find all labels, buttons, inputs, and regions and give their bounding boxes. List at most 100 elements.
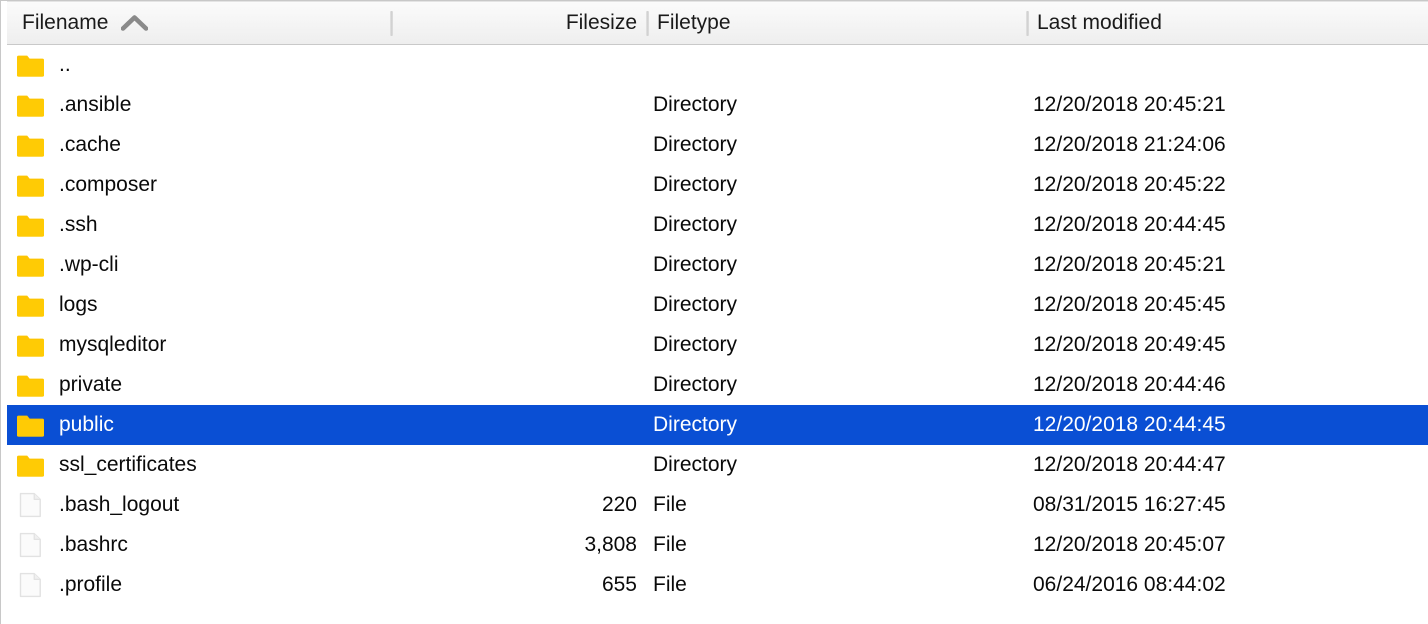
table-row[interactable]: .wp-cli Directory 12/20/2018 20:45:21	[7, 245, 1428, 285]
folder-icon	[16, 212, 45, 238]
lastmodified-label: 12/20/2018 20:45:21	[1033, 93, 1226, 116]
cell-filesize: 220	[396, 485, 646, 525]
cell-filetype: Directory	[646, 365, 1026, 405]
column-header-filesize-label: Filesize	[565, 11, 637, 34]
filesize-label: 3,808	[584, 533, 637, 556]
cell-filesize	[396, 325, 646, 365]
filename-label: public	[59, 413, 114, 436]
folder-icon	[16, 252, 45, 278]
cell-filename[interactable]: .ssh	[7, 205, 396, 245]
filename-label: .cache	[59, 133, 121, 156]
cell-filetype: Directory	[646, 245, 1026, 285]
folder-icon	[16, 132, 45, 158]
filename-label: .bashrc	[59, 533, 128, 556]
table-row[interactable]: .bash_logout 220 File 08/31/2015 16:27:45	[7, 485, 1428, 525]
lastmodified-label: 12/20/2018 20:49:45	[1033, 333, 1226, 356]
cell-filetype: Directory	[646, 325, 1026, 365]
table-row[interactable]: .bashrc 3,808 File 12/20/2018 20:45:07	[7, 525, 1428, 565]
cell-filetype: Directory	[646, 165, 1026, 205]
cell-lastmodified: 12/20/2018 20:45:22	[1026, 165, 1428, 205]
cell-filesize	[396, 405, 646, 445]
filetype-label: Directory	[653, 293, 738, 316]
cell-filename[interactable]: .bashrc	[7, 525, 396, 565]
chevron-up-icon[interactable]	[121, 15, 149, 31]
table-row[interactable]: .profile 655 File 06/24/2016 08:44:02	[7, 565, 1428, 605]
cell-filename[interactable]: .composer	[7, 165, 396, 205]
cell-filename[interactable]: .ansible	[7, 85, 396, 125]
cell-filesize	[396, 285, 646, 325]
file-listing-pane: Filename Filesize Filetype Last modified…	[0, 0, 1428, 624]
cell-filename[interactable]: ssl_certificates	[7, 445, 396, 485]
cell-filename[interactable]: private	[7, 365, 396, 405]
folder-icon	[16, 412, 45, 438]
cell-filesize	[396, 85, 646, 125]
table-row[interactable]: .ssh Directory 12/20/2018 20:44:45	[7, 205, 1428, 245]
table-row[interactable]: .cache Directory 12/20/2018 21:24:06	[7, 125, 1428, 165]
column-header-lastmodified-label: Last modified	[1037, 11, 1162, 34]
table-row[interactable]: logs Directory 12/20/2018 20:45:45	[7, 285, 1428, 325]
cell-filesize	[396, 165, 646, 205]
filename-label: ssl_certificates	[59, 453, 197, 476]
folder-icon	[16, 372, 45, 398]
cell-filetype: Directory	[646, 125, 1026, 165]
cell-filesize	[396, 45, 646, 85]
cell-lastmodified: 12/20/2018 20:49:45	[1026, 325, 1428, 365]
table-row[interactable]: .composer Directory 12/20/2018 20:45:22	[7, 165, 1428, 205]
cell-filename[interactable]: .wp-cli	[7, 245, 396, 285]
filetype-label: Directory	[653, 413, 738, 436]
table-row[interactable]: ..	[7, 45, 1428, 85]
cell-filesize: 655	[396, 565, 646, 605]
cell-lastmodified: 12/20/2018 20:44:47	[1026, 445, 1428, 485]
filetype-label: Directory	[653, 93, 738, 116]
table-row[interactable]: public Directory 12/20/2018 20:44:45	[7, 405, 1428, 445]
cell-lastmodified: 06/24/2016 08:44:02	[1026, 565, 1428, 605]
file-list: .. .ansible Directory 12/20/2018 20:45:21 .c…	[7, 45, 1428, 605]
filename-label: logs	[59, 293, 98, 316]
cell-filetype: File	[646, 565, 1026, 605]
filename-label: .wp-cli	[59, 253, 119, 276]
filetype-label: Directory	[653, 173, 738, 196]
filename-label: mysqleditor	[59, 333, 167, 356]
cell-filename[interactable]: public	[7, 405, 396, 445]
table-row[interactable]: ssl_certificates Directory 12/20/2018 20:4…	[7, 445, 1428, 485]
filename-label: .profile	[59, 573, 123, 596]
file-icon	[16, 492, 45, 518]
cell-filesize	[396, 205, 646, 245]
folder-icon	[16, 52, 45, 78]
cell-filename[interactable]: logs	[7, 285, 396, 325]
filename-label: .ssh	[59, 213, 98, 236]
table-row[interactable]: private Directory 12/20/2018 20:44:46	[7, 365, 1428, 405]
table-row[interactable]: .ansible Directory 12/20/2018 20:45:21	[7, 85, 1428, 125]
cell-filetype: Directory	[646, 205, 1026, 245]
lastmodified-label: 12/20/2018 20:44:46	[1033, 373, 1226, 396]
column-header-row: Filename Filesize Filetype Last modified	[7, 1, 1428, 45]
column-header-filename[interactable]: Filename	[7, 2, 390, 44]
column-header-lastmodified[interactable]: Last modified	[1026, 2, 1428, 44]
lastmodified-label: 08/31/2015 16:27:45	[1033, 493, 1226, 516]
cell-filename[interactable]: .bash_logout	[7, 485, 396, 525]
folder-icon	[16, 172, 45, 198]
table-row[interactable]: mysqleditor Directory 12/20/2018 20:49:45	[7, 325, 1428, 365]
cell-filename[interactable]: .cache	[7, 125, 396, 165]
filesize-label: 655	[601, 573, 637, 596]
cell-filetype: Directory	[646, 445, 1026, 485]
lastmodified-label: 12/20/2018 20:45:21	[1033, 253, 1226, 276]
cell-filename[interactable]: .profile	[7, 565, 396, 605]
column-header-filetype[interactable]: Filetype	[646, 2, 1026, 44]
lastmodified-label: 12/20/2018 21:24:06	[1033, 133, 1226, 156]
column-header-filesize[interactable]: Filesize	[390, 2, 646, 44]
cell-lastmodified: 08/31/2015 16:27:45	[1026, 485, 1428, 525]
filetype-label: Directory	[653, 253, 738, 276]
filetype-label: Directory	[653, 133, 738, 156]
filetype-label: Directory	[653, 333, 738, 356]
column-header-filetype-label: Filetype	[657, 11, 731, 34]
lastmodified-label: 12/20/2018 20:45:22	[1033, 173, 1226, 196]
cell-filename[interactable]: ..	[7, 45, 396, 85]
cell-lastmodified: 12/20/2018 20:44:45	[1026, 405, 1428, 445]
cell-filename[interactable]: mysqleditor	[7, 325, 396, 365]
cell-filesize	[396, 125, 646, 165]
lastmodified-label: 12/20/2018 20:44:47	[1033, 453, 1226, 476]
cell-filetype: File	[646, 485, 1026, 525]
cell-filetype: File	[646, 525, 1026, 565]
cell-lastmodified: 12/20/2018 20:45:45	[1026, 285, 1428, 325]
